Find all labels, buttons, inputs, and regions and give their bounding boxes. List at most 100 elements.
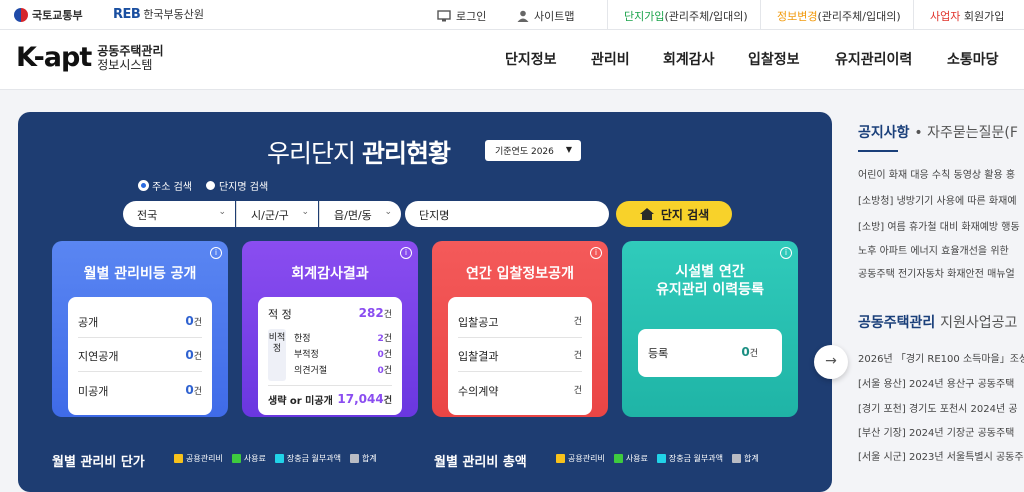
support-item[interactable]: [경기 포천] 경기도 포천시 2024년 공 xyxy=(858,400,1018,415)
fee-row-undisclosed: 미공개 0건 xyxy=(78,383,202,399)
support-item[interactable]: 2026년 「경기 RE100 소득마을」조성 xyxy=(858,350,1024,365)
row-unit: 건 xyxy=(383,350,392,360)
fee-card-title: 월별 관리비등 공개 xyxy=(83,266,197,282)
row-unit: 건 xyxy=(193,352,202,362)
row-count: 17,044 xyxy=(337,392,384,406)
info-change-link[interactable]: 정보변경(관리주체/입대의) xyxy=(777,8,901,24)
panel-title-bold: 관리현황 xyxy=(361,139,451,168)
audit-card-body: 적 정 282건 비적정 한정 2건 부적정 0건 의견거절 0건 생략 or 미공개… xyxy=(258,297,402,415)
legend-swatch xyxy=(174,454,183,463)
legend-label: 합계 xyxy=(743,454,759,463)
legend-label: 사용료 xyxy=(243,454,266,463)
maintenance-card[interactable]: i 시설별 연간 유지관리 이력등록 등록 0건 xyxy=(622,241,798,417)
support-item[interactable]: [부산 기장] 2024년 기장군 공동주택 xyxy=(858,424,1014,439)
tab-faq[interactable]: 자주묻는질문(F xyxy=(927,125,1018,141)
business-join-label: 사업자 xyxy=(930,10,961,23)
legend-swatch xyxy=(274,454,284,463)
row-label: 미공개 xyxy=(78,385,109,398)
row-count: 0 xyxy=(185,348,194,362)
legend-swatch xyxy=(656,454,666,463)
bid-info-card[interactable]: i 연간 입찰정보공개 입찰공고 건 입찰결과 건 수의계약 건 xyxy=(432,241,608,417)
panel-title: 우리단지 관리현황 xyxy=(267,134,451,170)
legend-reserve-fund: 장충금 월부과액 xyxy=(274,453,341,464)
tab-notice[interactable]: 공지사항 xyxy=(858,125,910,141)
radio-address-label: 주소 검색 xyxy=(152,182,192,193)
audit-row-omitted: 생략 or 미공개 17,044건 xyxy=(268,392,392,407)
login-link[interactable]: 로그인 xyxy=(437,8,486,24)
support-title-bold: 공동주택관리 xyxy=(858,315,936,331)
fee-row-delayed: 지연공개 0건 xyxy=(78,348,202,364)
nav-management-fee[interactable]: 관리비 xyxy=(591,49,630,69)
row-count: 0 xyxy=(741,345,750,359)
notice-item[interactable]: [소방] 여름 휴가철 대비 화재예방 행동 xyxy=(858,218,1020,233)
next-slide-button[interactable]: → xyxy=(814,345,848,379)
complex-join-link[interactable]: 단지가입(관리주체/입대의) xyxy=(624,8,748,24)
info-icon[interactable]: i xyxy=(590,247,602,259)
fee-row-disclosed: 공개 0건 xyxy=(78,314,202,330)
complex-search-button[interactable]: 단지 검색 xyxy=(616,201,732,227)
logo-wordmark: K-apt xyxy=(16,42,92,73)
radio-name-search[interactable]: 단지명 검색 xyxy=(205,178,268,193)
row-label: 적 정 xyxy=(268,308,292,321)
row-label: 한정 xyxy=(294,334,311,344)
dong-select[interactable]: 읍/면/동 ⌄ xyxy=(319,201,401,227)
molit-link[interactable]: 국토교통부 xyxy=(14,7,83,23)
nav-maintenance-history[interactable]: 유지관리이력 xyxy=(835,49,912,69)
business-join-link[interactable]: 사업자 회원가입 xyxy=(930,8,1004,24)
row-label: 의견거절 xyxy=(294,366,328,376)
radio-checked-icon xyxy=(139,181,148,190)
divider xyxy=(268,385,392,386)
legend-swatch xyxy=(231,454,241,463)
complex-status-panel: 우리단지 관리현황 기준연도 2026 ▼ 주소 검색 단지명 검색 전국 ⌄ … xyxy=(18,112,832,492)
sigungu-select-value: 시/군/구 xyxy=(251,209,289,222)
fee-disclosure-card[interactable]: i 월별 관리비등 공개 공개 0건 지연공개 0건 미공개 0건 xyxy=(52,241,228,417)
main-header: K-apt 공동주택관리 정보시스템 단지정보 관리비 회계감사 입찰정보 유지… xyxy=(0,30,1024,90)
support-item[interactable]: [서울 시군] 2023년 서울특별시 공동주 xyxy=(858,448,1024,463)
info-icon[interactable]: i xyxy=(400,247,412,259)
legend-reserve-fund: 장충금 월부과액 xyxy=(656,453,723,464)
notice-item[interactable]: 노후 아파트 에너지 효율개선을 위한 xyxy=(858,242,1009,257)
radio-address-search[interactable]: 주소 검색 xyxy=(139,178,192,193)
sitemap-link[interactable]: 사이트맵 xyxy=(517,8,574,24)
nav-audit[interactable]: 회계감사 xyxy=(663,49,715,69)
row-unit: 건 xyxy=(383,396,392,406)
notice-item[interactable]: 공동주택 전기자동차 화재안전 매뉴얼 xyxy=(858,265,1015,280)
audit-result-card[interactable]: i 회계감사결과 적 정 282건 비적정 한정 2건 부적정 0건 의견거절 0건 … xyxy=(242,241,418,417)
chart-total-fee-title: 월별 관리비 총액 xyxy=(434,455,527,470)
divider xyxy=(913,0,914,30)
search-bar: 전국 ⌄ 시/군/구 ⌄ 읍/면/동 ⌄ 단지명 단지 검색 xyxy=(123,201,832,227)
row-unit: 건 xyxy=(749,349,758,359)
row-unit: 건 xyxy=(383,334,392,344)
sido-select[interactable]: 전국 ⌄ xyxy=(123,201,235,227)
row-label: 등록 xyxy=(648,347,669,360)
row-label: 생략 or 미공개 xyxy=(268,396,333,407)
nav-complex-info[interactable]: 단지정보 xyxy=(505,49,557,69)
support-title: 공동주택관리 지원사업공고 xyxy=(858,312,1024,332)
nav-bid-info[interactable]: 입찰정보 xyxy=(748,49,800,69)
chart-total-fee-legend: 공용관리비 사용료 장충금 월부과액 합계 xyxy=(556,453,759,464)
notice-item[interactable]: [소방청] 냉방기기 사용에 따른 화재예 xyxy=(858,192,1017,207)
kapt-logo[interactable]: K-apt 공동주택관리 정보시스템 xyxy=(16,42,164,73)
legend-swatch xyxy=(613,454,623,463)
complex-join-label: 단지가입 xyxy=(624,10,665,23)
legend-usage-fee: 사용료 xyxy=(231,453,266,464)
complex-name-input[interactable]: 단지명 xyxy=(405,201,609,227)
info-icon[interactable]: i xyxy=(210,247,222,259)
notice-tabs: 공지사항 • 자주묻는질문(F xyxy=(858,125,1018,141)
logo-sub-line2: 정보시스템 xyxy=(97,57,153,72)
info-icon[interactable]: i xyxy=(780,247,792,259)
sitemap-label: 사이트맵 xyxy=(534,10,575,23)
nav-community[interactable]: 소통마당 xyxy=(947,49,999,69)
legend-label: 합계 xyxy=(361,454,377,463)
legend-total: 합계 xyxy=(349,453,377,464)
notice-item[interactable]: 어린이 화재 대응 수칙 동영상 활용 홍 xyxy=(858,166,1015,181)
panel-title-light: 우리단지 xyxy=(267,139,356,168)
support-item[interactable]: [서울 용산] 2024년 용산구 공동주택 xyxy=(858,375,1014,390)
sigungu-select[interactable]: 시/군/구 ⌄ xyxy=(236,201,318,227)
row-count: 0 xyxy=(185,383,194,397)
year-select[interactable]: 기준연도 2026 ▼ xyxy=(485,140,581,161)
divider xyxy=(78,337,202,338)
reb-link[interactable]: REB 한국부동산원 xyxy=(113,6,204,22)
info-change-label: 정보변경 xyxy=(777,10,818,23)
row-unit: 건 xyxy=(383,366,392,376)
